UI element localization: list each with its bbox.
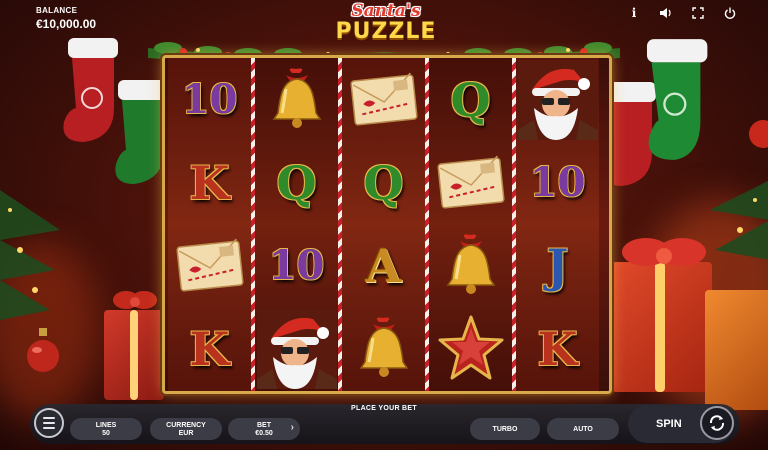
spin-arrows-icon — [709, 415, 725, 431]
pine-branch-right — [710, 181, 768, 260]
sound-icon[interactable] — [658, 5, 674, 21]
letter-symbol-icon — [168, 224, 251, 307]
santa-symbol-icon — [255, 307, 338, 390]
stocking-green-right — [646, 39, 708, 160]
santa-symbol-icon — [516, 58, 599, 141]
balance-display: BALANCE €10,000.00 — [36, 6, 96, 31]
menu-icon — [43, 417, 55, 419]
power-icon[interactable] — [722, 5, 738, 21]
reel-symbol — [342, 58, 425, 141]
reel-symbol: J — [516, 224, 599, 307]
auto-spin-button[interactable]: AUTO — [547, 418, 619, 440]
letter-symbol-q: Q — [450, 72, 491, 127]
letter-symbol-k: K — [537, 321, 578, 376]
menu-button[interactable] — [34, 408, 64, 438]
letter-symbol-k: K — [189, 155, 230, 210]
reel-symbol — [429, 141, 512, 224]
chevron-right-icon: › — [290, 422, 294, 433]
letter-symbol-a: A — [365, 238, 402, 293]
letter-symbol-q: Q — [276, 155, 317, 210]
reel-symbol: A — [342, 224, 425, 307]
ornament-right — [749, 120, 768, 148]
game-logo: Santa's PUZZLE — [318, 2, 454, 54]
turbo-label: TURBO — [492, 425, 518, 433]
letter-symbol-q: Q — [363, 155, 404, 210]
gift-bow-right — [622, 238, 706, 266]
logo-line2: PUZZLE — [335, 19, 437, 44]
reel-symbol — [168, 224, 251, 307]
gift-right-small — [705, 290, 768, 410]
gift-ribbon-left — [130, 310, 138, 400]
reel-symbol: 10 — [168, 58, 251, 141]
currency-value: EUR — [178, 429, 194, 437]
fullscreen-icon[interactable] — [690, 5, 706, 21]
lines-selector[interactable]: LINES 50 — [70, 418, 142, 440]
reel-symbol — [342, 307, 425, 390]
gift-bow-left — [113, 291, 157, 309]
letter-symbol-10: 10 — [181, 75, 238, 123]
ornament-left — [27, 328, 59, 372]
lines-label: LINES — [95, 421, 117, 429]
bell-symbol-icon — [429, 224, 512, 307]
bell-symbol-icon — [255, 58, 338, 141]
letter-symbol-j: J — [546, 238, 569, 293]
info-icon[interactable]: i — [626, 5, 642, 21]
letter-symbol-icon — [342, 58, 425, 141]
reel-symbol: 10 — [516, 141, 599, 224]
gift-ribbon-right — [655, 262, 665, 392]
reel-symbol: K — [516, 307, 599, 390]
bet-value: €0.50 — [255, 429, 273, 437]
bell-symbol-icon — [342, 307, 425, 390]
star-symbol-icon — [429, 307, 512, 390]
reel-symbol: Q — [342, 141, 425, 224]
reel-symbol: K — [168, 307, 251, 390]
letter-symbol-icon — [429, 141, 512, 224]
reel-symbol: K — [168, 141, 251, 224]
spin-label: SPIN — [656, 418, 682, 430]
turbo-toggle[interactable]: TURBO — [470, 418, 540, 440]
balance-label: BALANCE — [36, 6, 78, 15]
currency-label: CURRENCY — [166, 421, 206, 429]
logo-line1: Santa's — [351, 1, 421, 21]
reel-symbol — [255, 307, 338, 390]
letter-symbol-k: K — [189, 321, 230, 376]
reel-symbol: Q — [255, 141, 338, 224]
letter-symbol-10: 10 — [268, 241, 325, 289]
auto-label: AUTO — [573, 425, 593, 433]
top-toolbar: i — [626, 5, 738, 21]
reel-symbol: 10 — [255, 224, 338, 307]
bet-selector[interactable]: BET €0.50 › — [228, 418, 300, 440]
lines-value: 50 — [102, 429, 110, 437]
letter-symbol-10: 10 — [529, 158, 586, 206]
currency-selector[interactable]: CURRENCY EUR — [150, 418, 222, 440]
reel-symbol — [516, 58, 599, 141]
reel-symbol — [429, 224, 512, 307]
reel-grid: 10 K K Q 10 Q A Q 10 J K — [162, 55, 612, 394]
spin-circle-button[interactable] — [700, 406, 734, 440]
bet-label: BET — [257, 421, 271, 429]
reel-symbol: Q — [429, 58, 512, 141]
reel-symbol — [255, 58, 338, 141]
balance-value: €10,000.00 — [36, 17, 97, 31]
pine-branch-left — [0, 190, 60, 320]
reel-symbol — [429, 307, 512, 390]
